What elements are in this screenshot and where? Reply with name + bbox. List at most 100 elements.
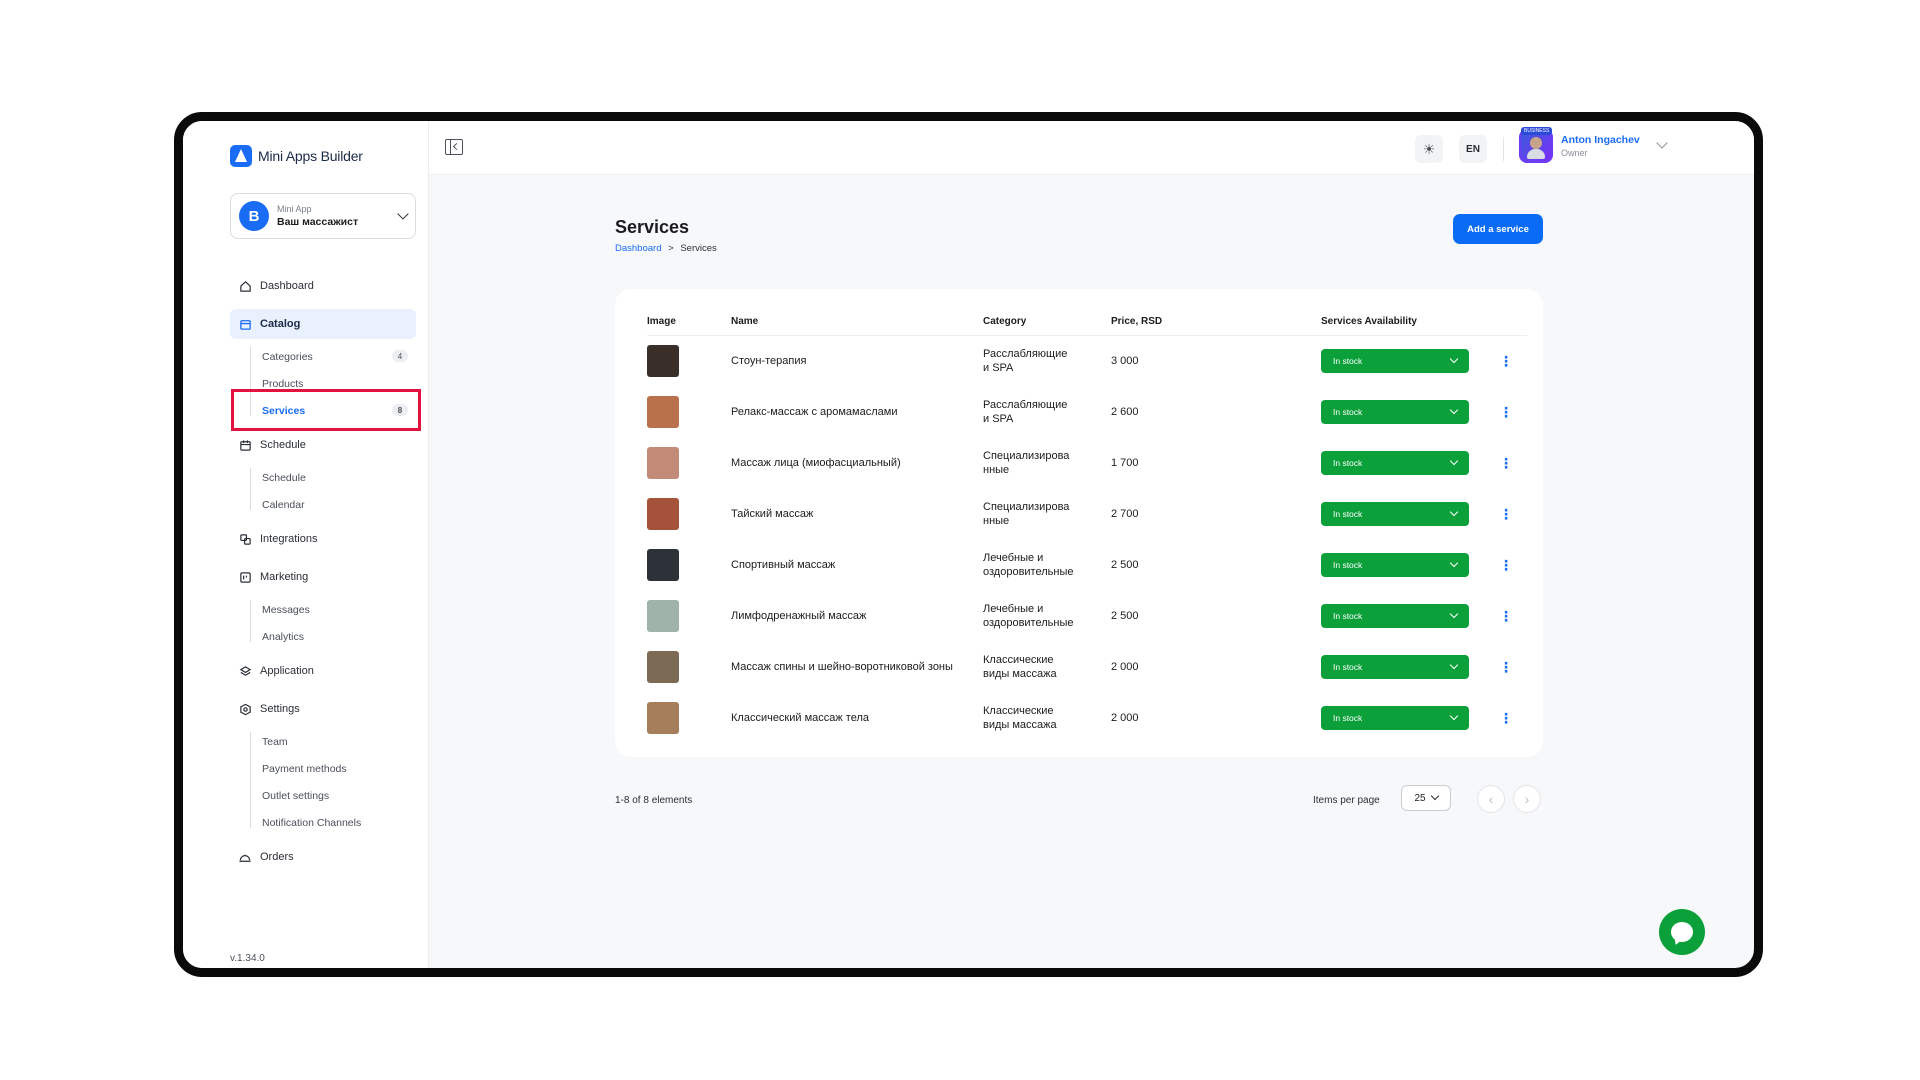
service-price: 2 500 [1111, 609, 1139, 622]
service-thumbnail [647, 650, 679, 683]
service-category: Специализирова нные [983, 500, 1093, 528]
availability-value: In stock [1333, 610, 1363, 621]
service-thumbnail [647, 701, 679, 734]
cell-category: Лечебные и оздоровительные [983, 590, 1111, 641]
sidebar-item-categories[interactable]: Categories 4 [262, 343, 416, 370]
sidebar-item-analytics[interactable]: Analytics [262, 623, 416, 650]
column-header-actions [1491, 309, 1527, 336]
sidebar-item-messages[interactable]: Messages [262, 596, 416, 623]
sun-icon: ☀ [1422, 140, 1436, 157]
table-row[interactable]: Классический массаж тела Классические вид… [647, 692, 1527, 743]
mini-app-selector[interactable]: B Mini App Ваш массажист [230, 193, 416, 239]
next-page-button[interactable]: › [1513, 785, 1541, 813]
sidebar: Mini Apps Builder B Mini App Ваш массажи… [183, 121, 429, 968]
items-per-page-select[interactable]: 25 [1401, 785, 1451, 811]
theme-toggle-button[interactable]: ☀ [1415, 135, 1443, 163]
availability-select[interactable]: In stock [1321, 654, 1469, 679]
language-button[interactable]: EN [1459, 135, 1487, 163]
service-name: Спортивный массаж [731, 558, 836, 571]
table-row[interactable]: Релакс-массаж с аромамаслами Расслабляющ… [647, 386, 1527, 437]
table-row[interactable]: Тайский массаж Специализирова нные 2 700 … [647, 488, 1527, 539]
page-title: Services [615, 217, 690, 237]
more-options-icon[interactable]: ⋮ [1491, 660, 1521, 674]
more-options-icon[interactable]: ⋮ [1491, 711, 1521, 725]
breadcrumb-dashboard-link[interactable]: Dashboard [615, 243, 661, 254]
sidebar-item-notification-channels[interactable]: Notification Channels [262, 809, 416, 836]
prev-page-button[interactable]: ‹ [1477, 785, 1505, 813]
category-line: Расслабляющие [983, 398, 1068, 411]
more-options-icon[interactable]: ⋮ [1491, 354, 1521, 368]
sidebar-item-calendar[interactable]: Calendar [262, 491, 416, 518]
cell-price: 2 500 [1111, 539, 1321, 590]
brand-logo[interactable]: Mini Apps Builder [230, 145, 363, 167]
sidebar-item-schedule[interactable]: Schedule [230, 430, 416, 460]
user-menu[interactable]: BUSINESS Anton Ingachev Owner [1519, 127, 1668, 163]
table-row[interactable]: Спортивный массаж Лечебные и оздоровитель… [647, 539, 1527, 590]
sidebar-item-application[interactable]: Application [230, 656, 416, 686]
sidebar-item-team[interactable]: Team [262, 728, 416, 755]
table-row[interactable]: Стоун-терапия Расслабляющие и SPA 3 000 I… [647, 335, 1527, 386]
availability-select[interactable]: In stock [1321, 399, 1469, 424]
service-price: 2 000 [1111, 711, 1139, 724]
chat-bubble-icon [1671, 922, 1693, 942]
availability-select[interactable]: In stock [1321, 705, 1469, 730]
sidebar-item-marketing[interactable]: Marketing [230, 562, 416, 592]
category-line: оздоровительные [983, 616, 1074, 629]
cell-name: Спортивный массаж [731, 539, 983, 590]
sidebar-item-payment-methods[interactable]: Payment methods [262, 755, 416, 782]
marketing-submenu: Messages Analytics [246, 596, 416, 650]
marketing-icon [238, 570, 252, 584]
cell-availability: In stock [1321, 488, 1491, 539]
cell-category: Классические виды массажа [983, 641, 1111, 692]
cell-image [647, 488, 731, 539]
service-thumbnail [647, 344, 679, 377]
more-options-icon[interactable]: ⋮ [1491, 507, 1521, 521]
availability-select[interactable]: In stock [1321, 348, 1469, 373]
table-row[interactable]: Массаж лица (миофасциальный) Специализир… [647, 437, 1527, 488]
sidebar-item-integrations[interactable]: Integrations [230, 524, 416, 554]
collapse-sidebar-icon[interactable] [445, 139, 463, 155]
availability-select[interactable]: In stock [1321, 603, 1469, 628]
cell-category: Специализирова нные [983, 437, 1111, 488]
more-options-icon[interactable]: ⋮ [1491, 558, 1521, 572]
app-version: v.1.34.0 [230, 953, 265, 964]
chat-support-button[interactable] [1659, 909, 1705, 955]
pagination-count: 1-8 of 8 elements [615, 795, 693, 806]
sidebar-item-dashboard[interactable]: Dashboard [230, 271, 416, 301]
cell-actions: ⋮ [1491, 335, 1527, 386]
cell-name: Лимфодренажный массаж [731, 590, 983, 641]
breadcrumb-separator: > [668, 243, 674, 254]
sidebar-item-catalog[interactable]: Catalog [230, 309, 416, 339]
more-options-icon[interactable]: ⋮ [1491, 456, 1521, 470]
sidebar-item-orders[interactable]: Orders [230, 842, 416, 872]
user-name: Anton Ingachev [1561, 134, 1640, 146]
more-options-icon[interactable]: ⋮ [1491, 405, 1521, 419]
sidebar-item-settings[interactable]: Settings [230, 694, 416, 724]
add-service-button[interactable]: Add a service [1453, 214, 1543, 244]
sidebar-item-label: Catalog [260, 318, 301, 330]
table-row[interactable]: Лимфодренажный массаж Лечебные и оздорови… [647, 590, 1527, 641]
sidebar-item-label: Analytics [262, 630, 305, 643]
availability-select[interactable]: In stock [1321, 501, 1469, 526]
service-thumbnail [647, 497, 679, 530]
more-options-icon[interactable]: ⋮ [1491, 609, 1521, 623]
sidebar-item-schedule-sub[interactable]: Schedule [262, 464, 416, 491]
service-price: 1 700 [1111, 456, 1139, 469]
service-thumbnail [647, 395, 679, 428]
cell-availability: In stock [1321, 641, 1491, 692]
cell-image [647, 692, 731, 743]
sidebar-item-outlet-settings[interactable]: Outlet settings [262, 782, 416, 809]
service-price: 3 000 [1111, 354, 1139, 367]
cell-availability: In stock [1321, 437, 1491, 488]
availability-select[interactable]: In stock [1321, 552, 1469, 577]
chevron-down-icon [1449, 405, 1459, 414]
table-row[interactable]: Массаж спины и шейно-воротниковой зоны К… [647, 641, 1527, 692]
availability-select[interactable]: In stock [1321, 450, 1469, 475]
sidebar-item-label: Dashboard [260, 280, 314, 292]
column-header-image: Image [647, 309, 731, 336]
cell-name: Массаж лица (миофасциальный) [731, 437, 983, 488]
cell-image [647, 335, 731, 386]
integrations-icon [238, 532, 252, 546]
service-category: Лечебные и оздоровительные [983, 602, 1093, 630]
service-price: 2 600 [1111, 405, 1139, 418]
